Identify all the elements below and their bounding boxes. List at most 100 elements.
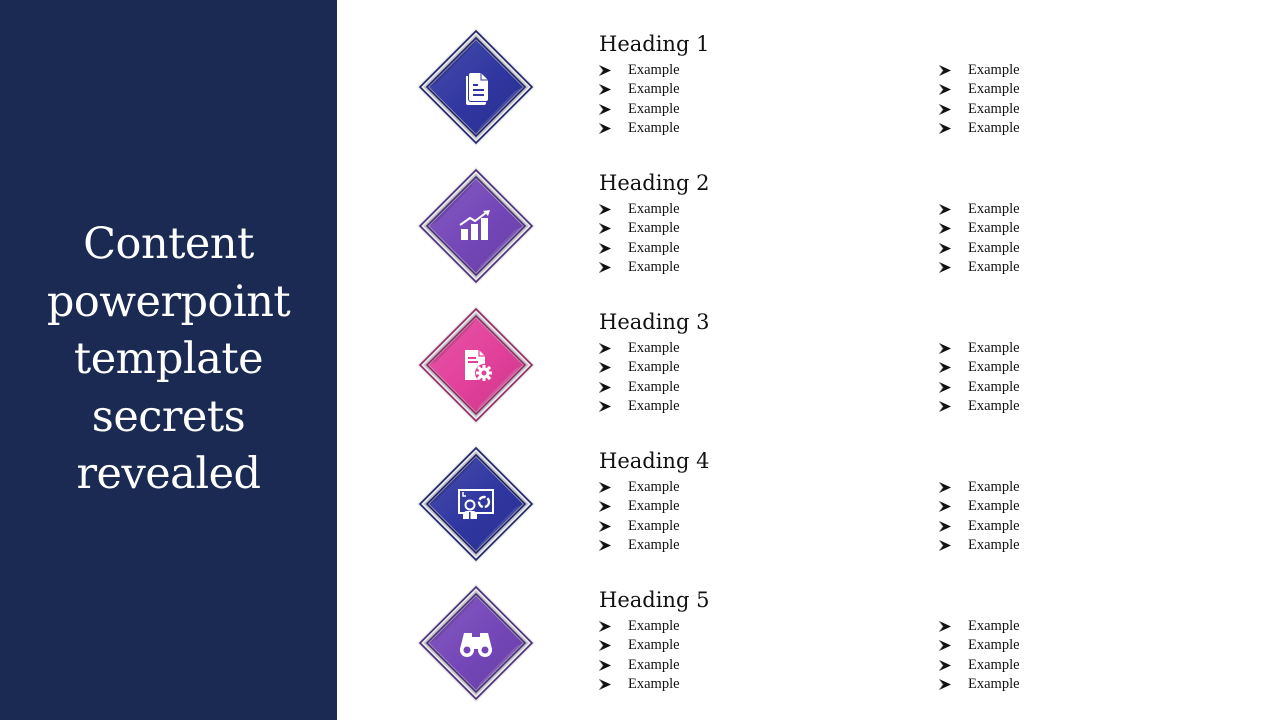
bullet-item: Example [599,119,680,138]
bullet-item: Example [599,536,680,555]
bullet-text: Example [968,220,1020,237]
arrow-bullet-icon [939,520,951,532]
bullet-item: Example [599,258,680,277]
arrow-bullet-icon [939,223,951,235]
bullet-text: Example [628,656,680,673]
content-section-4: Heading 4 Example Example Example Example E… [0,445,1280,586]
bullet-item: Example [939,119,1020,138]
bullet-item: Example [599,219,680,238]
arrow-bullet-icon [599,362,611,374]
bullet-text: Example [968,618,1020,634]
arrow-bullet-icon [599,242,611,254]
bullet-text: Example [968,675,1020,692]
bullet-item: Example [599,636,680,655]
bullet-item: Example [599,478,680,497]
bullet-text: Example [968,397,1020,414]
arrow-bullet-icon [939,482,951,493]
diamond-badge [416,583,536,703]
bullet-item: Example [939,358,1020,377]
bullet-list-right: Example Example Example Example [939,61,1020,138]
bullet-text: Example [628,340,680,356]
bullet-item: Example [939,239,1020,258]
bullet-item: Example [939,200,1020,219]
bullet-list-left: Example Example Example Example [599,339,680,416]
bullet-item: Example [939,378,1020,397]
bullet-item: Example [599,358,680,377]
content-section-1: Heading 1 Example Example Example Example E… [0,28,1280,169]
documents-icon [456,67,496,107]
arrow-bullet-icon [599,103,611,115]
arrow-bullet-icon [939,103,951,115]
bullet-text: Example [968,201,1020,217]
bullet-text: Example [628,536,680,553]
bullet-text: Example [968,239,1020,256]
arrow-bullet-icon [939,204,951,215]
section-heading: Heading 5 [599,588,710,612]
growth-chart-icon [456,206,496,246]
bullet-text: Example [628,81,680,98]
bullet-text: Example [628,637,680,654]
arrow-bullet-icon [939,242,951,254]
document-settings-icon [456,345,496,385]
bullet-text: Example [628,239,680,256]
bullet-item: Example [939,478,1020,497]
bullet-text: Example [628,359,680,376]
arrow-bullet-icon [939,261,951,273]
diamond-badge [416,305,536,425]
bullet-text: Example [968,637,1020,654]
bullet-text: Example [628,675,680,692]
arrow-bullet-icon [599,482,611,493]
bullet-list-left: Example Example Example Example [599,61,680,138]
content-section-5: Heading 5 Example Example Example Example E… [0,583,1280,725]
bullet-text: Example [968,517,1020,534]
bullet-item: Example [939,80,1020,99]
arrow-bullet-icon [939,362,951,374]
bullet-text: Example [968,81,1020,98]
bullet-item: Example [599,517,680,536]
bullet-text: Example [968,479,1020,495]
bullet-text: Example [628,201,680,217]
bullet-text: Example [968,359,1020,376]
section-heading: Heading 2 [599,171,710,195]
arrow-bullet-icon [599,400,611,412]
arrow-bullet-icon [939,501,951,513]
bullet-text: Example [628,258,680,275]
bullet-item: Example [599,497,680,516]
arrow-bullet-icon [939,539,951,551]
arrow-bullet-icon [939,65,951,76]
bullet-list-right: Example Example Example Example [939,617,1020,694]
bullet-text: Example [968,536,1020,553]
content-section-2: Heading 2 Example Example Example Example E… [0,166,1280,308]
bullet-text: Example [628,479,680,495]
arrow-bullet-icon [599,261,611,273]
section-heading: Heading 1 [599,32,710,56]
bullet-item: Example [939,517,1020,536]
bullet-item: Example [599,378,680,397]
bullet-text: Example [628,378,680,395]
bullet-list-left: Example Example Example Example [599,617,680,694]
bullet-list-right: Example Example Example Example [939,200,1020,277]
bullet-text: Example [628,62,680,78]
presentation-board-icon [456,484,496,524]
arrow-bullet-icon [939,659,951,671]
arrow-bullet-icon [939,381,951,393]
bullet-item: Example [939,219,1020,238]
bullet-text: Example [968,62,1020,78]
bullet-item: Example [599,239,680,258]
bullet-item: Example [599,339,680,358]
bullet-item: Example [599,80,680,99]
arrow-bullet-icon [599,621,611,632]
arrow-bullet-icon [939,640,951,652]
diamond-badge [416,166,536,286]
bullet-item: Example [599,656,680,675]
bullet-text: Example [968,100,1020,117]
bullet-item: Example [599,100,680,119]
arrow-bullet-icon [599,381,611,393]
bullet-text: Example [628,119,680,136]
arrow-bullet-icon [599,122,611,134]
bullet-text: Example [968,340,1020,356]
arrow-bullet-icon [599,678,611,690]
arrow-bullet-icon [599,65,611,76]
bullet-item: Example [599,200,680,219]
bullet-text: Example [628,517,680,534]
